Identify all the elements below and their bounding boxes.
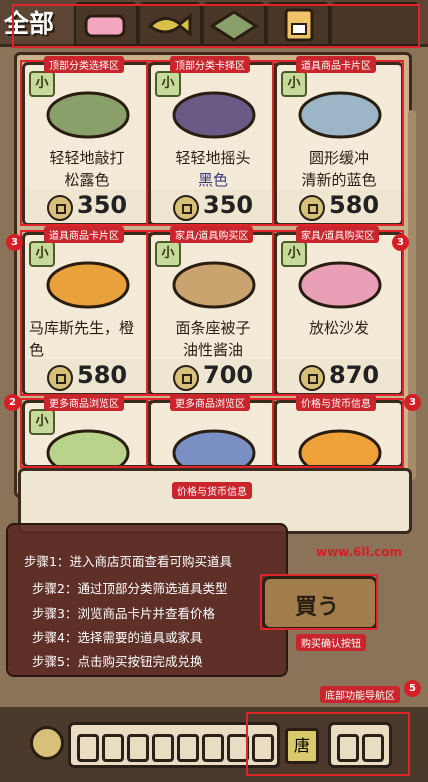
step-1: 步骤1：进入商店页面查看可购买道具 bbox=[24, 554, 232, 569]
product-card[interactable]: 小圆形缓冲 清新的蓝色 580 bbox=[274, 62, 404, 226]
counter-digit bbox=[127, 734, 149, 762]
coin-icon bbox=[299, 195, 325, 221]
counter-digit bbox=[102, 734, 124, 762]
counter-digit bbox=[252, 734, 274, 762]
product-icon bbox=[172, 91, 256, 139]
annot-card-tag: 家具/道具购买区 bbox=[296, 226, 380, 243]
product-price: 580 bbox=[329, 191, 380, 219]
tab-more[interactable] bbox=[330, 2, 420, 46]
product-icon bbox=[298, 429, 382, 465]
product-card[interactable]: 小轻轻地敲打 松露色 350 bbox=[22, 62, 152, 226]
price-bar: 580 bbox=[25, 359, 149, 393]
annot-bottom-nav: 底部功能导航区 bbox=[320, 686, 400, 703]
counter-digit bbox=[177, 734, 199, 762]
counter-digit bbox=[77, 734, 99, 762]
product-variant: 清新的蓝色 bbox=[301, 171, 377, 189]
product-card[interactable]: 小放松沙发 870 bbox=[274, 232, 404, 396]
ticket-counter bbox=[328, 722, 392, 768]
product-icon bbox=[172, 261, 256, 309]
counter-digit bbox=[362, 734, 384, 762]
annot-card-tag: 顶部分类卡择区 bbox=[170, 56, 250, 73]
annot-step-dot: 3 bbox=[392, 234, 409, 251]
product-icon bbox=[298, 261, 382, 309]
coin-counter bbox=[68, 722, 280, 768]
price-bar: 580 bbox=[277, 189, 401, 223]
counter-digit bbox=[227, 734, 249, 762]
scrollbar[interactable] bbox=[408, 110, 416, 480]
price-bar: 350 bbox=[25, 189, 149, 223]
price-bar: 700 bbox=[151, 359, 275, 393]
product-price: 350 bbox=[77, 191, 128, 219]
coin-icon bbox=[173, 195, 199, 221]
buy-button[interactable]: 買う bbox=[262, 576, 378, 630]
annot-card-tag: 更多商品浏览区 bbox=[170, 394, 250, 411]
tab-mat[interactable] bbox=[202, 2, 266, 46]
category-tab-bar: 全部 bbox=[0, 0, 428, 47]
product-name: 放松沙发 bbox=[308, 319, 369, 337]
annot-step-dot: 3 bbox=[404, 394, 421, 411]
annot-card-tag: 顶部分类选择区 bbox=[44, 56, 124, 73]
annot-card-tag: 道具商品卡片区 bbox=[44, 226, 124, 243]
annot-buy-confirm: 购买确认按钮 bbox=[296, 634, 366, 651]
step-4: 步骤4：选择需要的道具或家具 bbox=[32, 630, 203, 645]
product-variant: 松露色 bbox=[64, 171, 110, 189]
coin-icon bbox=[299, 365, 325, 391]
counter-digit bbox=[152, 734, 174, 762]
product-name: 轻轻地摇头 bbox=[175, 149, 251, 167]
product-variant: 油性酱油 bbox=[182, 341, 243, 359]
annot-card-tag: 价格与货币信息 bbox=[296, 394, 376, 411]
product-card[interactable]: 小面条座被子 油性酱油 700 bbox=[148, 232, 278, 396]
product-card[interactable]: 小轻轻地摇头 黑色 350 bbox=[148, 62, 278, 226]
product-icon bbox=[172, 429, 256, 465]
annot-price-info: 价格与货币信息 bbox=[172, 482, 252, 499]
product-name: 马库斯先生，橙色 bbox=[29, 319, 135, 359]
price-bar: 350 bbox=[151, 189, 275, 223]
coin-icon bbox=[30, 726, 64, 760]
product-icon bbox=[46, 429, 130, 465]
product-icon bbox=[46, 91, 130, 139]
annot-dot-5: 5 bbox=[404, 680, 421, 697]
steps-overlay: 步骤1：进入商店页面查看可购买道具 步骤2：通过顶部分类筛选道具类型 步骤3：浏… bbox=[6, 523, 288, 677]
counter-digit bbox=[202, 734, 224, 762]
coin-icon bbox=[47, 195, 73, 221]
ticket-icon: 唐 bbox=[285, 728, 319, 764]
annot-card-tag: 更多商品浏览区 bbox=[44, 394, 124, 411]
step-5: 步骤5：点击购买按钮完成兑换 bbox=[32, 654, 203, 669]
tab-box[interactable] bbox=[266, 2, 330, 46]
annot-step-dot: 3 bbox=[6, 234, 23, 251]
step-3: 步骤3：浏览商品卡片并查看价格 bbox=[32, 606, 215, 621]
tab-fish[interactable] bbox=[138, 2, 202, 46]
step-2: 步骤2：通过顶部分类筛选道具类型 bbox=[32, 581, 228, 596]
tab-cushion[interactable] bbox=[74, 2, 138, 46]
product-price: 350 bbox=[203, 191, 254, 219]
product-variant: 黑色 bbox=[197, 171, 228, 189]
product-price: 700 bbox=[203, 361, 254, 389]
annot-step-dot: 2 bbox=[4, 394, 21, 411]
product-name: 面条座被子 bbox=[175, 319, 251, 337]
product-name: 圆形缓冲 bbox=[308, 149, 369, 167]
price-bar: 870 bbox=[277, 359, 401, 393]
product-name: 轻轻地敲打 bbox=[49, 149, 125, 167]
product-icon bbox=[46, 261, 130, 309]
coin-icon bbox=[47, 365, 73, 391]
product-price: 870 bbox=[329, 361, 380, 389]
product-icon bbox=[298, 91, 382, 139]
product-price: 580 bbox=[77, 361, 128, 389]
annot-card-tag: 道具商品卡片区 bbox=[296, 56, 376, 73]
buy-button-label: 買う bbox=[295, 595, 340, 620]
annot-card-tag: 家具/道具购买区 bbox=[170, 226, 254, 243]
coin-icon bbox=[173, 365, 199, 391]
product-card[interactable]: 小马库斯先生，橙色 580 bbox=[22, 232, 152, 396]
tab-all[interactable]: 全部 bbox=[4, 4, 70, 40]
counter-digit bbox=[337, 734, 359, 762]
watermark: www.6ll.com bbox=[316, 545, 403, 559]
